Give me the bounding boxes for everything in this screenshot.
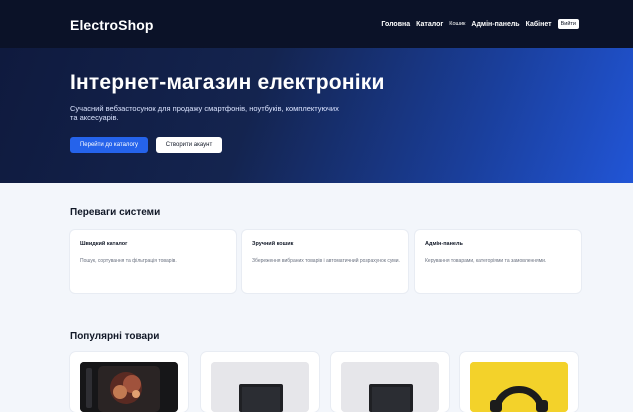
advantages-title: Переваги системи (70, 207, 161, 218)
logout-button[interactable]: Вийти (557, 19, 579, 29)
hero-subtitle: Сучасний вебзастосунок для продажу смарт… (70, 104, 339, 122)
laptop-image (341, 362, 439, 412)
advantage-card-text: Збереження вибраних товарів і автоматичн… (252, 258, 400, 264)
dark-phone-image (80, 362, 178, 412)
advantage-card-cart: Зручний кошик Збереження вибраних товарі… (242, 230, 408, 293)
product-card[interactable] (460, 352, 578, 412)
advantage-card-title: Швидкий каталог (80, 241, 128, 247)
advantage-card-text: Керування товарами, категоріями та замов… (425, 258, 547, 264)
advantage-card-title: Зручний кошик (252, 241, 294, 247)
create-account-button[interactable]: Створити акаунт (156, 137, 222, 153)
product-card[interactable] (201, 352, 319, 412)
nav-link-home[interactable]: Головна (381, 21, 410, 28)
advantage-card-title: Адмін-панель (425, 241, 463, 247)
yellow-headphones-image (470, 362, 568, 412)
nav-link-catalog[interactable]: Каталог (416, 21, 443, 28)
hero-title: Інтернет-магазин електроніки (70, 71, 385, 94)
nav-link-admin-panel[interactable]: Адмін-панель (471, 21, 519, 28)
nav-link-account[interactable]: Кабінет (526, 21, 552, 28)
laptop-image (211, 362, 309, 412)
nav-link-cart[interactable]: Кошик (449, 21, 465, 27)
advantage-card-fast-catalog: Швидкий каталог Пошук, сортування та філ… (70, 230, 236, 293)
product-card[interactable] (331, 352, 449, 412)
top-navbar: ElectroShop Головна Каталог Кошик Адмін-… (0, 0, 633, 48)
popular-products-title: Популярні товари (70, 331, 160, 342)
go-to-catalog-button[interactable]: Перейти до каталогу (70, 137, 148, 153)
product-card[interactable] (70, 352, 188, 412)
hero-section: Інтернет-магазин електроніки Сучасний ве… (0, 48, 633, 183)
site-logo[interactable]: ElectroShop (70, 17, 154, 33)
advantage-card-text: Пошук, сортування та фільтрація товарів. (80, 258, 177, 264)
advantage-card-admin: Адмін-панель Керування товарами, категор… (415, 230, 581, 293)
main-nav: Головна Каталог Кошик Адмін-панель Кабін… (375, 19, 579, 29)
